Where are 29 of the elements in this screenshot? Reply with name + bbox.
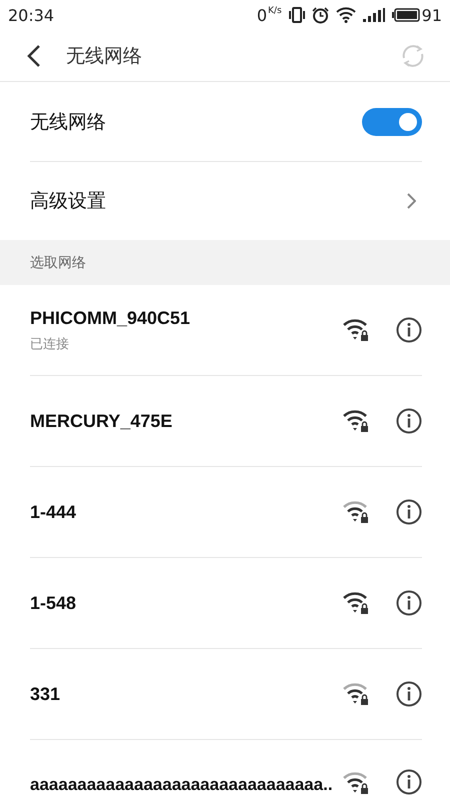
chevron-right-icon	[406, 193, 416, 209]
speed-unit: K/s	[268, 6, 282, 16]
back-icon[interactable]	[26, 44, 42, 68]
network-name[interactable]: aaaaaaaaaaaaaaaaaaaaaaaaaaaaaaa..	[30, 775, 333, 795]
network-name[interactable]: 1-444	[30, 502, 76, 522]
connection-status: 已连接	[30, 336, 70, 352]
info-icon[interactable]	[396, 408, 422, 434]
network-name[interactable]: 1-548	[30, 592, 76, 614]
info-icon[interactable]	[396, 590, 422, 616]
alarm-icon	[312, 6, 329, 24]
wifi-label: 无线网络	[30, 110, 106, 134]
battery-level: 91	[422, 6, 442, 24]
battery-icon	[392, 8, 420, 22]
advanced-settings-link[interactable]: 高级设置	[30, 188, 106, 214]
vibrate-icon	[288, 7, 305, 23]
info-icon[interactable]	[396, 317, 422, 343]
network-name[interactable]: PHICOMM_940C51	[30, 308, 190, 328]
network-name[interactable]: MERCURY_475E	[30, 410, 172, 432]
signal-icon	[362, 8, 385, 22]
info-icon[interactable]	[396, 769, 422, 795]
network-speed: 0	[256, 6, 268, 24]
info-icon[interactable]	[396, 499, 422, 525]
wifi-icon	[336, 7, 356, 23]
section-title: 选取网络	[30, 254, 86, 272]
network-name[interactable]: 331	[30, 684, 60, 704]
clock-time: 20:34	[8, 6, 54, 24]
page-title: 无线网络	[66, 44, 142, 68]
info-icon[interactable]	[396, 681, 422, 707]
wifi-switch[interactable]	[362, 108, 422, 136]
